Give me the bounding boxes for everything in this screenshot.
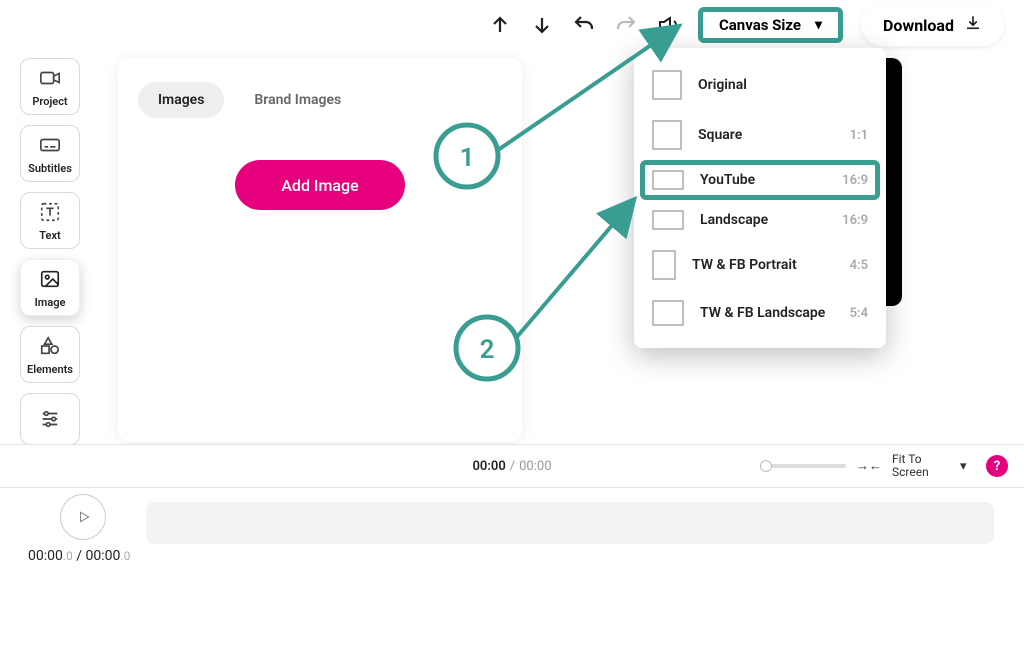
aspect-thumb-icon (652, 70, 682, 100)
dd-tw-fb-landscape[interactable]: TW & FB Landscape 5:4 (640, 290, 880, 336)
canvas-size-label: Canvas Size (719, 16, 801, 34)
canvas-size-button[interactable]: Canvas Size ▾ (698, 7, 843, 43)
volume-icon[interactable] (656, 13, 680, 37)
timeline-track[interactable] (146, 502, 994, 544)
text-icon (36, 201, 64, 223)
download-icon (964, 14, 982, 36)
dd-label: TW & FB Landscape (700, 305, 834, 321)
add-image-button[interactable]: Add Image (235, 160, 405, 210)
aspect-thumb-icon (652, 250, 676, 280)
image-icon (36, 268, 64, 290)
dd-label: Landscape (700, 212, 826, 228)
dd-landscape[interactable]: Landscape 16:9 (640, 200, 880, 240)
rail-image[interactable]: Image (20, 259, 80, 316)
dd-youtube[interactable]: YouTube 16:9 (640, 160, 880, 200)
rail-settings[interactable] (20, 393, 80, 445)
dd-label: Original (698, 77, 852, 93)
fit-to-screen-label: Fit To Screen (892, 453, 950, 479)
dd-ratio: 5:4 (850, 306, 868, 321)
top-toolbar: Canvas Size ▾ Download (0, 0, 1024, 50)
dd-label: YouTube (700, 172, 826, 188)
timeline: 00:00.0 / 00:00.0 (0, 488, 1024, 608)
sliders-icon (36, 408, 64, 430)
tl-current: 00:00 (28, 548, 63, 564)
rail-subtitles[interactable]: Subtitles (20, 125, 80, 182)
redo-icon[interactable] (614, 13, 638, 37)
tab-images[interactable]: Images (138, 82, 224, 118)
image-tabs: Images Brand Images (138, 82, 502, 118)
download-label: Download (883, 16, 954, 35)
rail-label: Text (39, 229, 60, 242)
canvas-size-dropdown: Original Square 1:1 YouTube 16:9 Landsca… (634, 48, 886, 348)
tl-total-sub: .0 (120, 549, 130, 563)
aspect-thumb-icon (652, 300, 684, 326)
total-time: 00:00 (519, 459, 551, 474)
dd-ratio: 16:9 (842, 173, 868, 188)
chevron-down-icon[interactable]: ▾ (960, 459, 976, 474)
rail-label: Image (35, 296, 66, 309)
tl-sep: / (76, 548, 82, 564)
rail-text[interactable]: Text (20, 192, 80, 249)
zoom-thumb[interactable] (760, 460, 772, 472)
play-button[interactable] (60, 494, 106, 540)
download-button[interactable]: Download (861, 4, 1004, 46)
dd-original[interactable]: Original (640, 60, 880, 110)
help-button[interactable]: ? (986, 455, 1008, 477)
dd-tw-fb-portrait[interactable]: TW & FB Portrait 4:5 (640, 240, 880, 290)
image-panel: Images Brand Images Add Image (118, 58, 522, 442)
dd-square[interactable]: Square 1:1 (640, 110, 880, 160)
playback-time: 00:00 / 00:00 (473, 459, 552, 474)
rail-label: Elements (27, 363, 73, 376)
dd-ratio: 1:1 (850, 128, 868, 143)
subtitles-icon (36, 134, 64, 156)
play-icon (77, 510, 91, 524)
dd-ratio: 4:5 (850, 258, 868, 273)
tl-current-sub: .0 (63, 549, 73, 563)
zoom-slider[interactable] (760, 464, 846, 468)
fit-arrows-icon: →← (856, 458, 882, 474)
aspect-thumb-icon (652, 170, 684, 190)
arrow-down-icon[interactable] (530, 13, 554, 37)
rail-label: Subtitles (28, 162, 72, 175)
aspect-thumb-icon (652, 120, 682, 150)
rail-label: Project (32, 95, 67, 108)
dd-label: Square (698, 127, 834, 143)
aspect-thumb-icon (652, 210, 684, 230)
tab-brand-images[interactable]: Brand Images (234, 82, 361, 118)
dd-ratio: 16:9 (842, 213, 868, 228)
rail-project[interactable]: Project (20, 58, 80, 115)
playback-bar: 00:00 / 00:00 →← Fit To Screen ▾ ? (0, 444, 1024, 488)
chevron-down-icon: ▾ (815, 17, 822, 33)
video-camera-icon (36, 67, 64, 89)
dd-label: TW & FB Portrait (692, 257, 834, 273)
left-rail: Project Subtitles Text Image Elements (20, 58, 92, 445)
time-separator: / (510, 459, 515, 474)
arrow-up-icon[interactable] (488, 13, 512, 37)
rail-elements[interactable]: Elements (20, 326, 80, 383)
timeline-time: 00:00.0 / 00:00.0 (28, 548, 130, 564)
undo-icon[interactable] (572, 13, 596, 37)
shapes-icon (36, 335, 64, 357)
tl-total: 00:00 (86, 548, 121, 564)
current-time: 00:00 (473, 459, 506, 474)
